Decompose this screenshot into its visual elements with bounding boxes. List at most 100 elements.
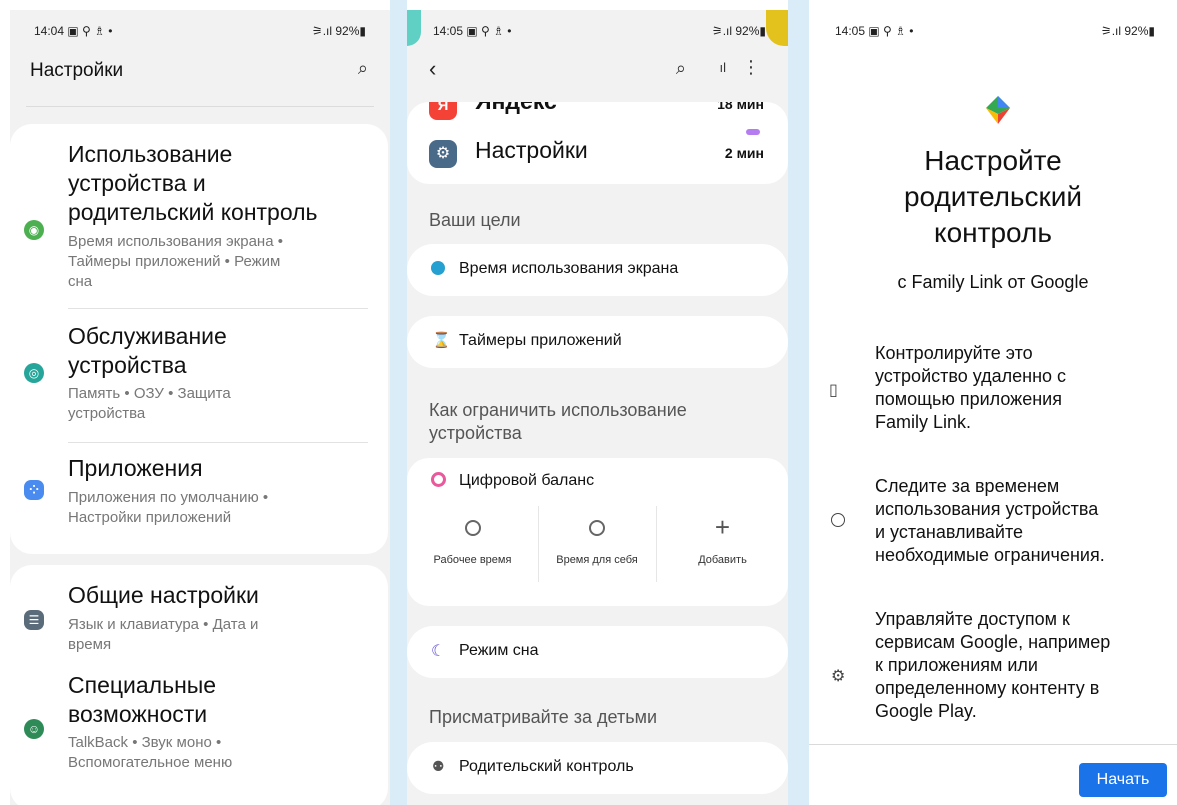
settings-gear-icon: ⚙ [831,668,846,685]
mode-label: Рабочее время [433,554,512,566]
item-subtitle: Время использования экрана • [68,233,283,250]
feature-line: Следите за временем [875,476,1060,496]
subtitle: с Family Link от Google [897,272,1089,292]
item-title: устройства [68,352,187,378]
screen-time-item[interactable]: Время использования экрана [407,244,788,296]
section-header: Ваши цели [429,210,521,230]
app-name: Яндекс [475,102,557,115]
clock-icon [431,261,445,275]
settings-item-general-management[interactable]: ☰ Общие настройки Язык и клавиатура • Да… [10,581,388,661]
mode-add[interactable]: + Добавить [657,506,788,582]
item-label: Родительский контроль [459,758,634,775]
settings-item-device-care[interactable]: ◎ Обслуживание устройства Память • ОЗУ •… [10,322,388,442]
item-subtitle: Приложения по умолчанию • [68,489,269,506]
wallpaper-edge [407,10,421,46]
start-button[interactable]: Начать [1079,763,1167,797]
apps-icon: ⁘ [24,480,44,500]
status-bar: 14:05 ▣ ⚲ ♗ • ⚞.ıl 92%▮ [835,24,1155,40]
item-title: Обслуживание [68,323,227,349]
item-title: Специальные [68,672,217,698]
divider [68,308,368,309]
section-header: Присматривайте за детьми [429,707,658,727]
hourglass-icon: ⌛ [432,332,451,349]
item-title: Общие настройки [68,582,259,608]
clock-icon [831,513,845,527]
settings-item-digital-wellbeing[interactable]: ◉ Использование устройства и родительски… [10,140,388,310]
item-subtitle: сна [68,273,93,290]
item-title: Использование [68,141,233,167]
digital-wellbeing-screen: 14:05 ▣ ⚲ ♗ • ⚞.ıl 92%▮ ‹ ⌕ ıl ⋮ Я Яндек… [407,10,788,805]
feature-line: сервисам Google, например [875,632,1111,652]
search-icon[interactable]: ⌕ [358,58,368,79]
general-settings-icon: ☰ [24,610,44,630]
app-timers-item[interactable]: ⌛ Таймеры приложений [407,316,788,368]
page-title: Настройте родительский контроль [809,143,1177,251]
family-icon: ⚉ [432,758,445,774]
item-title: родительский контроль [68,199,318,225]
status-time: 14:05 ▣ ⚲ ♗ • [835,24,914,38]
device-care-icon: ◎ [24,363,44,383]
title-line: контроль [934,217,1052,248]
settings-card: ◉ Использование устройства и родительски… [10,124,388,554]
balance-icon [431,472,446,487]
item-subtitle: Настройки приложений [68,509,232,526]
settings-item-accessibility[interactable]: ☺ Специальные возможности TalkBack • Зву… [10,671,388,791]
digital-wellbeing-icon: ◉ [24,220,44,240]
settings-item-apps[interactable]: ⁘ Приложения Приложения по умолчанию • Н… [10,454,388,544]
section-header: Как ограничить использование [429,400,687,420]
page-title: Настройки [30,60,124,81]
add-icon: + [714,512,731,542]
status-bar: 14:05 ▣ ⚲ ♗ • ⚞.ıl 92%▮ [433,24,766,40]
stats-icon[interactable]: ıl [720,60,727,75]
item-subtitle: TalkBack • Звук моно • [68,734,222,751]
parental-control-item[interactable]: ⚉ Родительский контроль [407,742,788,794]
feature-line: определенному контенту в [875,678,1100,698]
search-icon[interactable]: ⌕ [676,58,686,79]
feature-line: к приложениям или [875,655,1038,675]
mode-me-time[interactable]: Время для себя [538,506,656,582]
item-subtitle: Язык и клавиатура • Дата и [68,616,259,633]
phone-icon: ▯ [829,382,838,399]
feature-line: Управляйте доступом к [875,609,1070,629]
back-icon[interactable]: ‹ [429,56,436,82]
sleep-mode-item[interactable]: ☾ Режим сна [407,626,788,678]
accessibility-icon: ☺ [24,719,44,739]
settings-card: ☰ Общие настройки Язык и клавиатура • Да… [10,565,388,805]
footer-divider [809,744,1177,745]
app-usage-card: Я Яндекс 18 мин ⚙ Настройки 2 мин [407,102,788,184]
wallpaper-edge [766,10,788,46]
feature-line: помощью приложения [875,389,1062,409]
family-link-logo-icon [986,96,1010,124]
status-battery: ⚞.ıl 92%▮ [1100,24,1155,38]
work-mode-icon [465,520,481,536]
feature-line: Google Play. [875,701,977,721]
usage-bar [746,129,760,135]
feature-line: устройство удаленно с [875,366,1067,386]
feature-line: Family Link. [875,412,972,432]
item-subtitle: Таймеры приложений • Режим [68,253,281,270]
family-link-setup-screen: 14:05 ▣ ⚲ ♗ • ⚞.ıl 92%▮ Настройте родите… [809,10,1177,805]
settings-gear-icon: ⚙ [429,140,457,168]
status-battery: ⚞.ıl 92%▮ [311,24,366,38]
app-time: 18 мин [717,102,764,112]
item-title: устройства и [68,170,206,196]
status-bar: 14:04 ▣ ⚲ ♗ • ⚞.ıl 92%▮ [34,24,366,40]
item-label: Таймеры приложений [459,332,622,349]
item-subtitle: время [68,636,112,653]
feature-text: Управляйте доступом к сервисам Google, н… [875,608,1110,723]
status-time: 14:05 ▣ ⚲ ♗ • [433,24,512,38]
more-options-icon[interactable]: ⋮ [742,57,760,78]
title-line: родительский [903,181,1083,212]
mode-label: Добавить [698,554,747,566]
mode-work-time[interactable]: Рабочее время [407,506,538,582]
feature-line: использования устройства [875,499,1099,519]
item-subtitle: устройства [68,405,146,422]
mode-label: Время для себя [556,554,638,566]
item-title: возможности [68,701,208,727]
digital-balance-card: Цифровой баланс Рабочее время Время для … [407,458,788,606]
feature-line: необходимые ограничения. [875,545,1105,565]
feature-line: Контролируйте это [875,343,1033,363]
status-battery: ⚞.ıl 92%▮ [711,24,766,38]
app-time: 2 мин [724,145,764,161]
item-label: Режим сна [459,642,539,659]
